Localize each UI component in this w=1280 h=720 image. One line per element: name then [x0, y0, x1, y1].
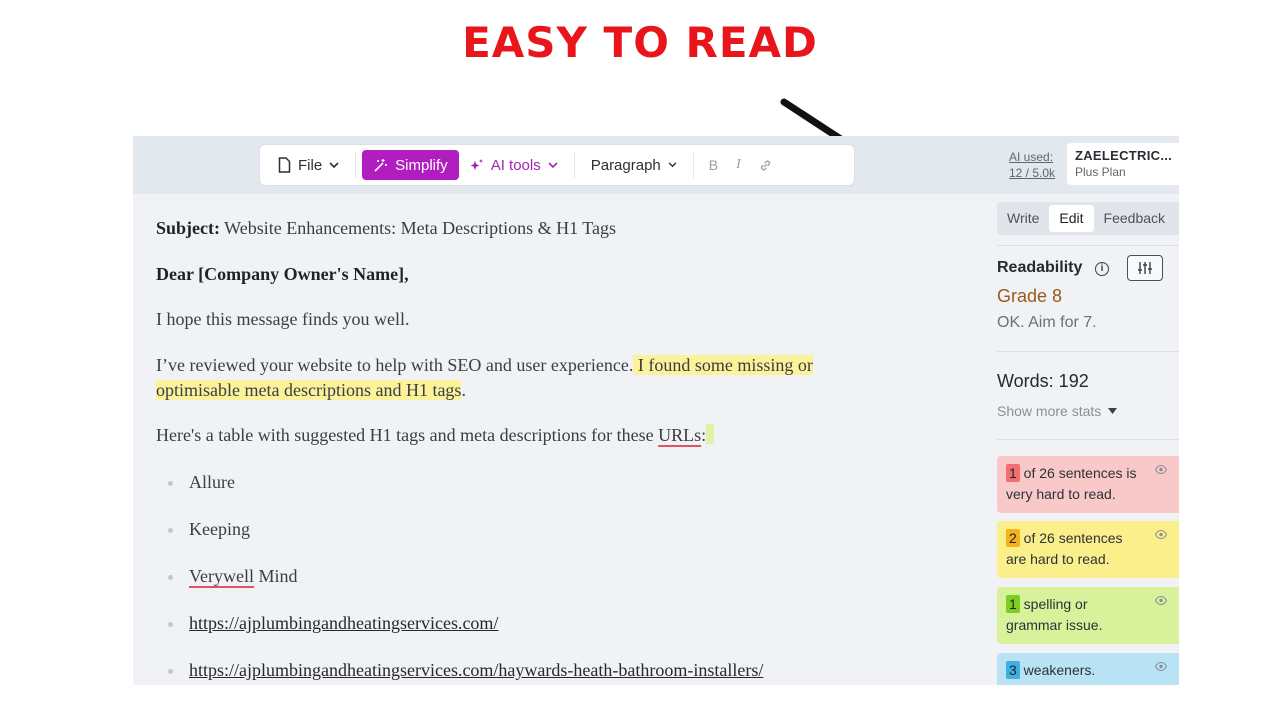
toolbar-divider	[573, 152, 575, 178]
tab-feedback[interactable]: Feedback	[1094, 205, 1175, 232]
show-more-stats-button[interactable]: Show more stats	[997, 403, 1118, 419]
subject-line: Subject: Website Enhancements: Meta Desc…	[156, 216, 616, 241]
bullet-dot	[168, 481, 173, 486]
divider	[997, 439, 1179, 440]
paragraph-2-end: .	[461, 380, 466, 400]
spelling-grammar-card[interactable]: 1 spelling or grammar issue.	[997, 587, 1179, 644]
list-item: Verywell Mind	[189, 564, 298, 589]
grade-value: Grade 8	[997, 286, 1063, 306]
ai-usage-value: 12 / 5.0k	[1009, 166, 1056, 180]
paragraph-2-text: I’ve reviewed your website to help with …	[156, 355, 634, 375]
file-label: File	[298, 156, 323, 174]
ai-tools-button[interactable]: AI tools	[459, 150, 568, 180]
highlight-hard-sentence-cont[interactable]: optimisable meta descriptions and H1 tag…	[156, 380, 462, 400]
card-text: spelling or	[1019, 596, 1088, 612]
sliders-icon	[1138, 262, 1152, 274]
toolbar-divider	[692, 152, 694, 178]
tab-write[interactable]: Write	[997, 205, 1049, 232]
file-icon	[278, 157, 291, 173]
card-count: 1	[1006, 464, 1020, 482]
bullet-dot	[168, 528, 173, 533]
spelling-flag-urls[interactable]: URLs	[658, 425, 701, 445]
card-text-2: are hard to read.	[1006, 551, 1110, 567]
divider	[997, 245, 1179, 246]
card-text: of 26 sentences is	[1019, 465, 1137, 481]
eye-icon[interactable]	[1155, 596, 1167, 605]
paragraph-1: I hope this message finds you well.	[156, 309, 410, 329]
chevron-down-icon	[668, 162, 677, 168]
card-text-2: very hard to read.	[1006, 486, 1116, 502]
account-menu[interactable]: ZAELECTRIC... Plus Plan	[1067, 143, 1179, 185]
chevron-down-icon	[329, 161, 339, 168]
account-name: ZAELECTRIC...	[1075, 148, 1173, 163]
list-item-link[interactable]: https://ajplumbingandheatingservices.com…	[189, 658, 763, 683]
ai-usage-link[interactable]: AI used: 12 / 5.0k	[1009, 149, 1055, 181]
editor-toolbar: File Simplify AI tools Paragraph B I	[259, 144, 855, 186]
bullet-dot	[168, 669, 173, 674]
mode-tabs: Write Edit Feedback	[997, 202, 1179, 235]
feedback-panel: Write Edit Feedback Readability i Grade …	[997, 202, 1179, 685]
eye-icon[interactable]	[1155, 662, 1167, 671]
card-text: weakeners.	[1019, 662, 1096, 678]
paragraph-style-select[interactable]: Paragraph	[581, 150, 687, 180]
paragraph-label: Paragraph	[590, 156, 661, 174]
ai-tools-label: AI tools	[490, 156, 541, 174]
readability-title: Readability	[997, 259, 1083, 276]
simplify-label: Simplify	[395, 156, 448, 174]
card-text-2: grammar issue.	[1006, 617, 1103, 633]
bold-icon: B	[708, 157, 719, 173]
list-item-link[interactable]: https://ajplumbingandheatingservices.com…	[189, 611, 498, 636]
eye-icon[interactable]	[1155, 465, 1167, 474]
paragraph-3-text: Here's a table with suggested H1 tags an…	[156, 425, 659, 445]
link-icon	[760, 160, 770, 170]
file-menu-button[interactable]: File	[268, 150, 349, 180]
readability-settings-button[interactable]	[1127, 255, 1163, 281]
show-more-stats-label: Show more stats	[997, 403, 1102, 419]
bullet-dot	[168, 622, 173, 627]
card-count: 1	[1006, 595, 1020, 613]
info-icon[interactable]: i	[1095, 262, 1109, 276]
magic-wand-icon	[374, 158, 388, 172]
caret-down-icon	[1108, 408, 1118, 414]
very-hard-sentences-card[interactable]: 1 of 26 sentences is very hard to read.	[997, 456, 1179, 513]
simplify-button[interactable]: Simplify	[362, 150, 459, 180]
account-plan: Plus Plan	[1075, 165, 1126, 179]
subject-label: Subject:	[156, 218, 220, 238]
ai-usage-label: AI used:	[1009, 150, 1054, 164]
italic-button[interactable]: I	[727, 150, 750, 180]
word-count: Words: 192	[997, 371, 1089, 391]
grammar-marker[interactable]	[706, 424, 715, 444]
italic-icon: I	[736, 157, 741, 172]
card-text: of 26 sentences	[1019, 530, 1123, 546]
spelling-flag-verywell[interactable]: Verywell	[189, 566, 254, 586]
divider	[997, 351, 1179, 352]
highlight-hard-sentence[interactable]: I found some missing or	[633, 355, 813, 375]
paragraph-3: Here's a table with suggested H1 tags an…	[156, 423, 715, 448]
bullet-dot	[168, 575, 173, 580]
paragraph-2-line-1: I’ve reviewed your website to help with …	[156, 353, 813, 378]
list-item: Keeping	[189, 519, 250, 539]
bold-button[interactable]: B	[700, 150, 727, 180]
card-count: 2	[1006, 529, 1020, 547]
hard-sentences-card[interactable]: 2 of 26 sentences are hard to read.	[997, 521, 1179, 578]
list-item-text: Mind	[258, 566, 298, 586]
list-item: Allure	[189, 472, 235, 492]
card-count: 3	[1006, 661, 1020, 679]
grade-note: OK. Aim for 7.	[997, 314, 1097, 331]
greeting: Dear [Company Owner's Name],	[156, 264, 409, 284]
tab-edit[interactable]: Edit	[1049, 205, 1094, 232]
headline: EASY TO READ	[462, 18, 818, 67]
toolbar-divider	[355, 152, 357, 178]
weakeners-card[interactable]: 3 weakeners.	[997, 653, 1179, 685]
sparkle-icon	[470, 158, 483, 170]
editor-app: File Simplify AI tools Paragraph B I AI …	[133, 136, 1179, 685]
link-button[interactable]	[750, 150, 781, 180]
eye-icon[interactable]	[1155, 530, 1167, 539]
chevron-down-icon	[548, 161, 558, 168]
subject-text: Website Enhancements: Meta Descriptions …	[220, 218, 617, 238]
paragraph-2-line-2: optimisable meta descriptions and H1 tag…	[156, 378, 466, 403]
